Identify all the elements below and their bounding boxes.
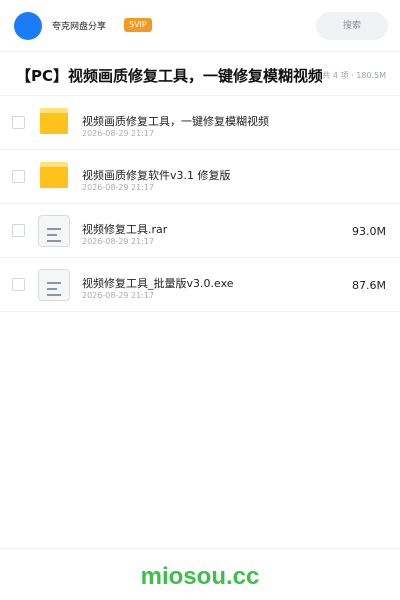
list-item[interactable]: 视频修复工具_批量版v3.0.exe 2026-08-29 21:17 87.6… <box>0 258 400 312</box>
file-size: 93.0M <box>352 225 386 238</box>
header: 夸克网盘分享 SVIP 搜索 <box>0 0 400 52</box>
file-name: 视频画质修复工具，一键修复模糊视频 <box>82 115 269 128</box>
page-title: 【PC】视频画质修复工具，一键修复模糊视频 <box>16 67 322 85</box>
file-name: 视频画质修复软件v3.1 修复版 <box>82 169 231 182</box>
file-icon <box>38 215 70 247</box>
brand-name: 夸克网盘分享 <box>52 22 107 32</box>
file-name: 视频修复工具_批量版v3.0.exe <box>82 277 234 290</box>
file-date: 2026-08-29 21:17 <box>82 237 155 246</box>
file-date: 2026-08-29 21:17 <box>82 183 155 192</box>
list-item[interactable]: 视频修复工具.rar 2026-08-29 21:17 93.0M <box>0 204 400 258</box>
file-size: 87.6M <box>352 279 386 292</box>
footer: miosou.cc <box>0 548 400 600</box>
file-list: 视频画质修复工具，一键修复模糊视频 2026-08-29 21:17 视频画质修… <box>0 96 400 312</box>
select-checkbox[interactable] <box>12 116 25 129</box>
share-title-bar: 【PC】视频画质修复工具，一键修复模糊视频 共 4 项 · 180.5M <box>0 52 400 96</box>
select-checkbox[interactable] <box>12 278 25 291</box>
folder-icon <box>40 108 68 134</box>
search-button[interactable]: 搜索 <box>316 12 388 40</box>
list-item[interactable]: 视频画质修复工具，一键修复模糊视频 2026-08-29 21:17 <box>0 96 400 150</box>
list-item[interactable]: 视频画质修复软件v3.1 修复版 2026-08-29 21:17 <box>0 150 400 204</box>
share-meta: 共 4 项 · 180.5M <box>322 71 386 80</box>
share-page: 夸克网盘分享 SVIP 搜索 【PC】视频画质修复工具，一键修复模糊视频 共 4… <box>0 0 400 600</box>
folder-icon <box>40 162 68 188</box>
file-date: 2026-08-29 21:17 <box>82 129 155 138</box>
select-checkbox[interactable] <box>12 170 25 183</box>
svip-badge: SVIP <box>124 18 152 32</box>
file-icon <box>38 269 70 301</box>
watermark: miosou.cc <box>140 563 260 590</box>
select-checkbox[interactable] <box>12 224 25 237</box>
file-name: 视频修复工具.rar <box>82 223 168 236</box>
avatar[interactable] <box>14 12 42 40</box>
file-date: 2026-08-29 21:17 <box>82 291 155 300</box>
